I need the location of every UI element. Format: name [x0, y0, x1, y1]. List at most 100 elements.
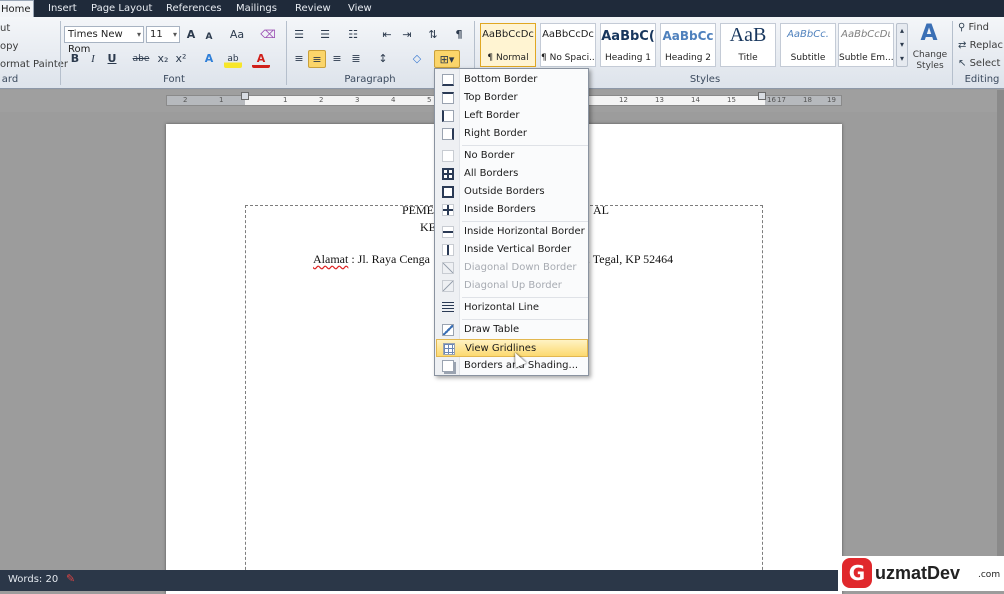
- menu-item-label: Inside Horizontal Border: [464, 226, 585, 237]
- vertical-scrollbar[interactable]: [997, 90, 1004, 570]
- grow-font-button[interactable]: A: [182, 26, 200, 44]
- right-indent-marker[interactable]: [758, 92, 766, 100]
- clear-format-button[interactable]: ⌫: [259, 26, 277, 44]
- eraser-icon: ⌫: [260, 28, 276, 41]
- menu-item-inside-borders[interactable]: Inside Borders: [436, 201, 588, 219]
- style-name: ¶ No Spaci...: [541, 53, 595, 63]
- copy-button[interactable]: opy: [0, 41, 18, 52]
- style-heading-1[interactable]: AaBbC( Heading 1: [600, 23, 656, 67]
- doc-line-1-right: AL: [593, 203, 609, 217]
- menu-item-bottom-border[interactable]: Bottom Border: [436, 71, 588, 89]
- doc-line-3-word: Alamat: [313, 252, 349, 266]
- menu-item-outside-borders[interactable]: Outside Borders: [436, 183, 588, 201]
- word-count[interactable]: Words: 20: [8, 574, 58, 585]
- ruler-number: 13: [655, 96, 664, 104]
- show-marks-button[interactable]: ¶: [450, 26, 468, 44]
- menu-item-label: Draw Table: [464, 324, 520, 335]
- menu-item-inside-vertical-border[interactable]: Inside Vertical Border: [436, 241, 588, 259]
- tab-view[interactable]: View: [344, 0, 376, 17]
- paint-bucket-icon: ◇: [412, 52, 422, 65]
- style-subtle-emphasis[interactable]: AaBbCcDι Subtle Em...: [838, 23, 894, 67]
- menu-item-top-border[interactable]: Top Border: [436, 89, 588, 107]
- style-name: Subtle Em...: [839, 53, 893, 63]
- text-effects-button[interactable]: A: [200, 50, 218, 68]
- align-center-button[interactable]: ≡: [308, 50, 326, 68]
- font-group-label: Font: [163, 74, 185, 85]
- ruler-number: 16: [767, 96, 776, 104]
- menu-item-left-border[interactable]: Left Border: [436, 107, 588, 125]
- menu-item-all-borders[interactable]: All Borders: [436, 165, 588, 183]
- styles-scroll[interactable]: ▴ ▾ ▾: [896, 23, 908, 67]
- style-heading-2[interactable]: AaBbCc Heading 2: [660, 23, 716, 67]
- cut-button[interactable]: ut: [0, 23, 10, 34]
- subscript-button[interactable]: x₂: [154, 50, 172, 68]
- menu-item-label: Diagonal Up Border: [464, 280, 562, 291]
- italic-button[interactable]: I: [84, 50, 102, 68]
- tab-page-layout[interactable]: Page Layout: [87, 0, 156, 17]
- format-painter-button[interactable]: ormat Painter: [0, 59, 68, 70]
- font-color-button[interactable]: A: [252, 50, 270, 68]
- find-button[interactable]: ⚲ Find: [958, 22, 989, 33]
- first-line-indent-marker[interactable]: [241, 92, 249, 100]
- ribbon-tab-bar: Home Insert Page Layout References Maili…: [0, 0, 1004, 17]
- tab-home[interactable]: Home: [0, 0, 34, 17]
- ruler-number: 12: [619, 96, 628, 104]
- menu-item-horizontal-line[interactable]: Horizontal Line: [436, 299, 588, 317]
- borders-button[interactable]: ⊞▾: [434, 50, 460, 68]
- shrink-font-button[interactable]: A: [200, 28, 218, 46]
- paragraph-group-label: Paragraph: [344, 74, 396, 85]
- brand-name: uzmatDev: [875, 563, 961, 583]
- line-spacing-icon: ↕: [378, 52, 388, 65]
- style-subtitle[interactable]: AaBbCc. Subtitle: [780, 23, 836, 67]
- replace-button[interactable]: ⇄ Replac: [958, 40, 1003, 51]
- line-spacing-button[interactable]: ↕: [374, 50, 392, 68]
- chevron-down-icon: ▾: [899, 40, 904, 49]
- sort-button[interactable]: ⇅: [424, 26, 442, 44]
- menu-item-right-border[interactable]: Right Border: [436, 125, 588, 143]
- font-name-combo[interactable]: Times New Rom ▾: [64, 26, 144, 55]
- ruler-number: 14: [691, 96, 700, 104]
- menu-item-label: Diagonal Down Border: [464, 262, 577, 273]
- underline-button[interactable]: U: [103, 50, 121, 68]
- menu-item-inside-horizontal-border[interactable]: Inside Horizontal Border: [436, 223, 588, 241]
- numbering-button[interactable]: ☰: [316, 26, 334, 44]
- bullets-button[interactable]: ☰: [290, 26, 308, 44]
- change-styles-button[interactable]: Change Styles: [912, 50, 948, 72]
- justify-icon: ≣: [351, 52, 361, 65]
- clipboard-group-label: ard: [1, 74, 19, 85]
- align-left-button[interactable]: ≡: [290, 50, 308, 68]
- bullet-list-icon: ☰: [294, 28, 304, 41]
- align-right-button[interactable]: ≡: [328, 50, 346, 68]
- style-preview: AaB: [729, 24, 767, 46]
- tab-review[interactable]: Review: [291, 0, 335, 17]
- menu-item-draw-table[interactable]: Draw Table: [436, 321, 588, 339]
- align-left-icon: ≡: [294, 52, 304, 65]
- replace-label: Replac: [969, 40, 1003, 51]
- tab-references[interactable]: References: [162, 0, 226, 17]
- justify-button[interactable]: ≣: [347, 50, 365, 68]
- style-no-spacing[interactable]: AaBbCcDc ¶ No Spaci...: [540, 23, 596, 67]
- decrease-indent-button[interactable]: ⇤: [378, 26, 396, 44]
- doc-line-3: Alamat : Jl. Raya Cenga: [313, 252, 430, 267]
- proofing-icon[interactable]: ✎: [66, 572, 75, 585]
- shading-button[interactable]: ◇: [408, 50, 426, 68]
- change-styles-icon[interactable]: A: [916, 21, 942, 47]
- pencil-icon: [442, 324, 454, 336]
- style-normal[interactable]: AaBbCcDc ¶ Normal: [480, 23, 536, 67]
- multilevel-list-button[interactable]: ☷: [344, 26, 362, 44]
- brand-watermark: G uzmatDev .com: [838, 556, 1004, 591]
- strikethrough-button[interactable]: abe: [130, 50, 152, 68]
- style-name: Heading 2: [664, 53, 712, 63]
- bold-button[interactable]: B: [66, 50, 84, 68]
- increase-indent-button[interactable]: ⇥: [398, 26, 416, 44]
- font-size-combo[interactable]: 11 ▾: [146, 26, 180, 43]
- tab-mailings[interactable]: Mailings: [232, 0, 281, 17]
- select-button[interactable]: ↖ Select: [958, 58, 1000, 69]
- border-grid-icon: ⊞▾: [439, 53, 455, 66]
- tab-insert[interactable]: Insert: [44, 0, 81, 17]
- menu-item-no-border[interactable]: No Border: [436, 147, 588, 165]
- highlight-button[interactable]: ab: [224, 50, 242, 68]
- superscript-button[interactable]: x²: [172, 50, 190, 68]
- change-case-button[interactable]: Aa: [226, 26, 248, 44]
- style-title[interactable]: AaB Title: [720, 23, 776, 67]
